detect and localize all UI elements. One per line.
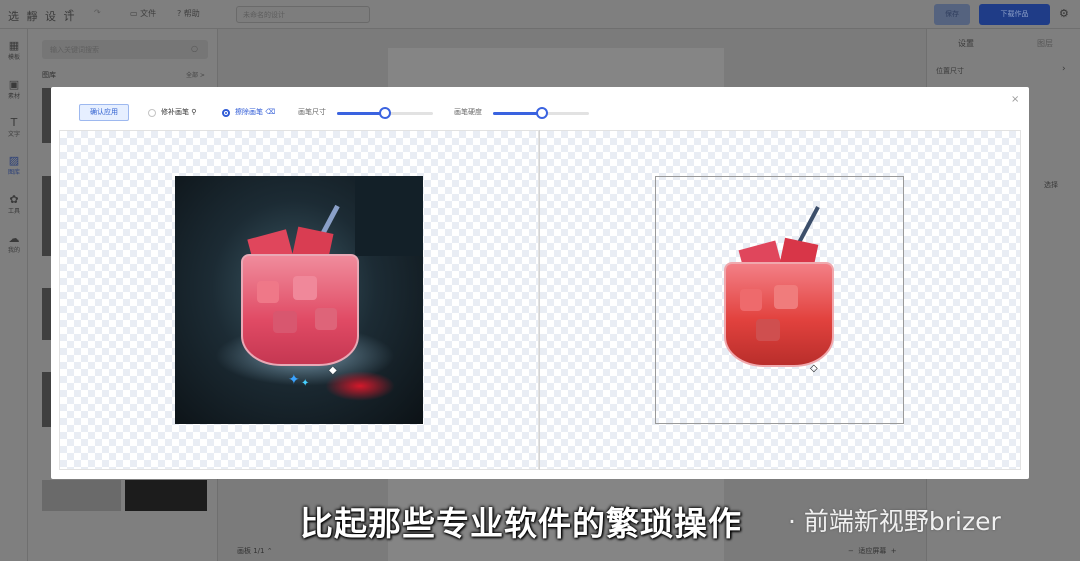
board-label: 画板 1/1	[237, 547, 265, 555]
zoom-controls[interactable]: − 适应屏幕 +	[848, 546, 897, 556]
ice-cube	[756, 319, 780, 341]
file-menu[interactable]: ▭ 文件	[130, 8, 156, 19]
left-rail	[0, 29, 28, 561]
download-button[interactable]: 下载作品	[979, 4, 1050, 25]
select-button[interactable]: 选择	[1044, 180, 1058, 190]
brush-size-label: 画笔尺寸	[298, 108, 326, 116]
asset-thumb[interactable]	[42, 288, 51, 340]
drink-glass	[241, 254, 359, 366]
result-image: ◇	[655, 176, 904, 424]
rail-label: 文字	[7, 131, 20, 138]
undo-icon[interactable]: ↶	[67, 8, 74, 17]
text-icon: T	[10, 116, 18, 129]
eraser-cursor-icon: ◇	[810, 363, 818, 374]
rail-item-mine[interactable]: ☁ 我的	[0, 232, 28, 255]
template-icon: ▦	[8, 39, 20, 52]
rail-item-material[interactable]: ▣ 素材	[0, 78, 28, 101]
subtitle-caption: 比起那些专业软件的繁琐操作	[300, 504, 742, 543]
bg-shadow	[355, 176, 423, 256]
ice-cube	[293, 276, 317, 300]
ice-cube	[740, 289, 762, 311]
confirm-apply-button[interactable]: 确认应用	[79, 104, 129, 121]
brush-hardness-label: 画笔硬度	[454, 108, 482, 116]
asset-thumb[interactable]	[42, 480, 121, 511]
rail-item-gallery[interactable]: ▨ 图库	[0, 154, 28, 177]
more-link[interactable]: 全部 >	[186, 70, 205, 79]
tab-settings[interactable]: 设置	[958, 38, 974, 49]
rail-label: 模板	[7, 54, 20, 61]
brush-size-handle[interactable]	[379, 107, 391, 119]
save-button[interactable]: 保存	[934, 4, 970, 25]
wand-icon: ⚲	[191, 108, 197, 116]
gallery-icon: ▨	[8, 154, 20, 167]
original-image: ✦ ✦ ◆	[175, 176, 423, 424]
top-toolbar	[0, 0, 1080, 29]
erase-brush-label[interactable]: 擦除画笔 ⌫	[235, 107, 275, 117]
drink-glass	[724, 262, 834, 367]
close-icon[interactable]: ×	[1011, 94, 1019, 105]
user-settings-icon[interactable]: ⚙	[1059, 7, 1073, 21]
help-menu-label: 帮助	[183, 9, 200, 18]
position-size-row[interactable]: 位置尺寸	[936, 66, 964, 76]
brush-hardness-fill	[493, 112, 541, 115]
doc-name-input[interactable]: 未命名的设计	[236, 6, 370, 23]
brush-size-fill	[337, 112, 385, 115]
brush-hardness-handle[interactable]	[536, 107, 548, 119]
ice-cube	[774, 285, 798, 309]
asset-thumb[interactable]	[42, 372, 51, 427]
chevron-right-icon: ›	[1062, 64, 1066, 74]
watermark: · 前端新视野brizer	[788, 507, 1001, 536]
folder-icon: ▭	[130, 9, 141, 18]
asset-search-input[interactable]: 输入关键词搜索	[42, 40, 208, 59]
repair-brush-radio[interactable]	[148, 109, 156, 117]
search-icon[interactable]: ○	[191, 44, 198, 53]
redo-icon[interactable]: ↷	[94, 8, 101, 17]
erase-brush-radio[interactable]	[222, 109, 230, 117]
repair-brush-text: 修补画笔	[161, 108, 189, 116]
rail-label: 素材	[7, 93, 20, 100]
ice-cube	[315, 308, 337, 330]
erase-brush-text: 擦除画笔	[235, 108, 263, 116]
tools-icon: ✿	[9, 193, 19, 206]
asset-thumb[interactable]	[42, 88, 51, 143]
ice-cube	[257, 281, 279, 303]
sparkle-icon: ✦	[301, 378, 310, 389]
fit-label: 适应屏幕	[858, 547, 887, 555]
rail-item-text[interactable]: T 文字	[0, 116, 28, 139]
rail-item-template[interactable]: ▦ 模板	[0, 39, 28, 62]
asset-thumb[interactable]	[42, 176, 51, 256]
help-menu[interactable]: ? 帮助	[177, 8, 200, 19]
eraser-icon: ⌫	[265, 108, 276, 116]
rail-item-tools[interactable]: ✿ 工具	[0, 193, 28, 216]
rail-label: 工具	[7, 208, 20, 215]
asset-thumb[interactable]	[125, 480, 207, 511]
cloud-icon: ☁	[8, 232, 20, 245]
repair-brush-label[interactable]: 修补画笔 ⚲	[161, 107, 196, 117]
section-title: 图库	[42, 71, 56, 79]
material-icon: ▣	[8, 78, 20, 91]
ice-cube	[273, 311, 297, 333]
board-indicator: 画板 1/1 ⌃	[237, 547, 273, 555]
rail-label: 图库	[7, 169, 20, 176]
tab-layers[interactable]: 图层	[1037, 38, 1053, 49]
eraser-cursor-icon: ◆	[329, 365, 337, 376]
help-icon: ?	[177, 9, 184, 18]
file-menu-label: 文件	[140, 9, 157, 18]
pane-divider	[539, 130, 540, 470]
sparkle-icon: ✦	[288, 372, 300, 388]
brush-edit-modal: 确认应用 修补画笔 ⚲ 擦除画笔 ⌫ 画笔尺寸 画笔硬度 × ✦ ✦ ◆ ◇	[51, 87, 1029, 479]
rail-label: 我的	[7, 247, 20, 254]
